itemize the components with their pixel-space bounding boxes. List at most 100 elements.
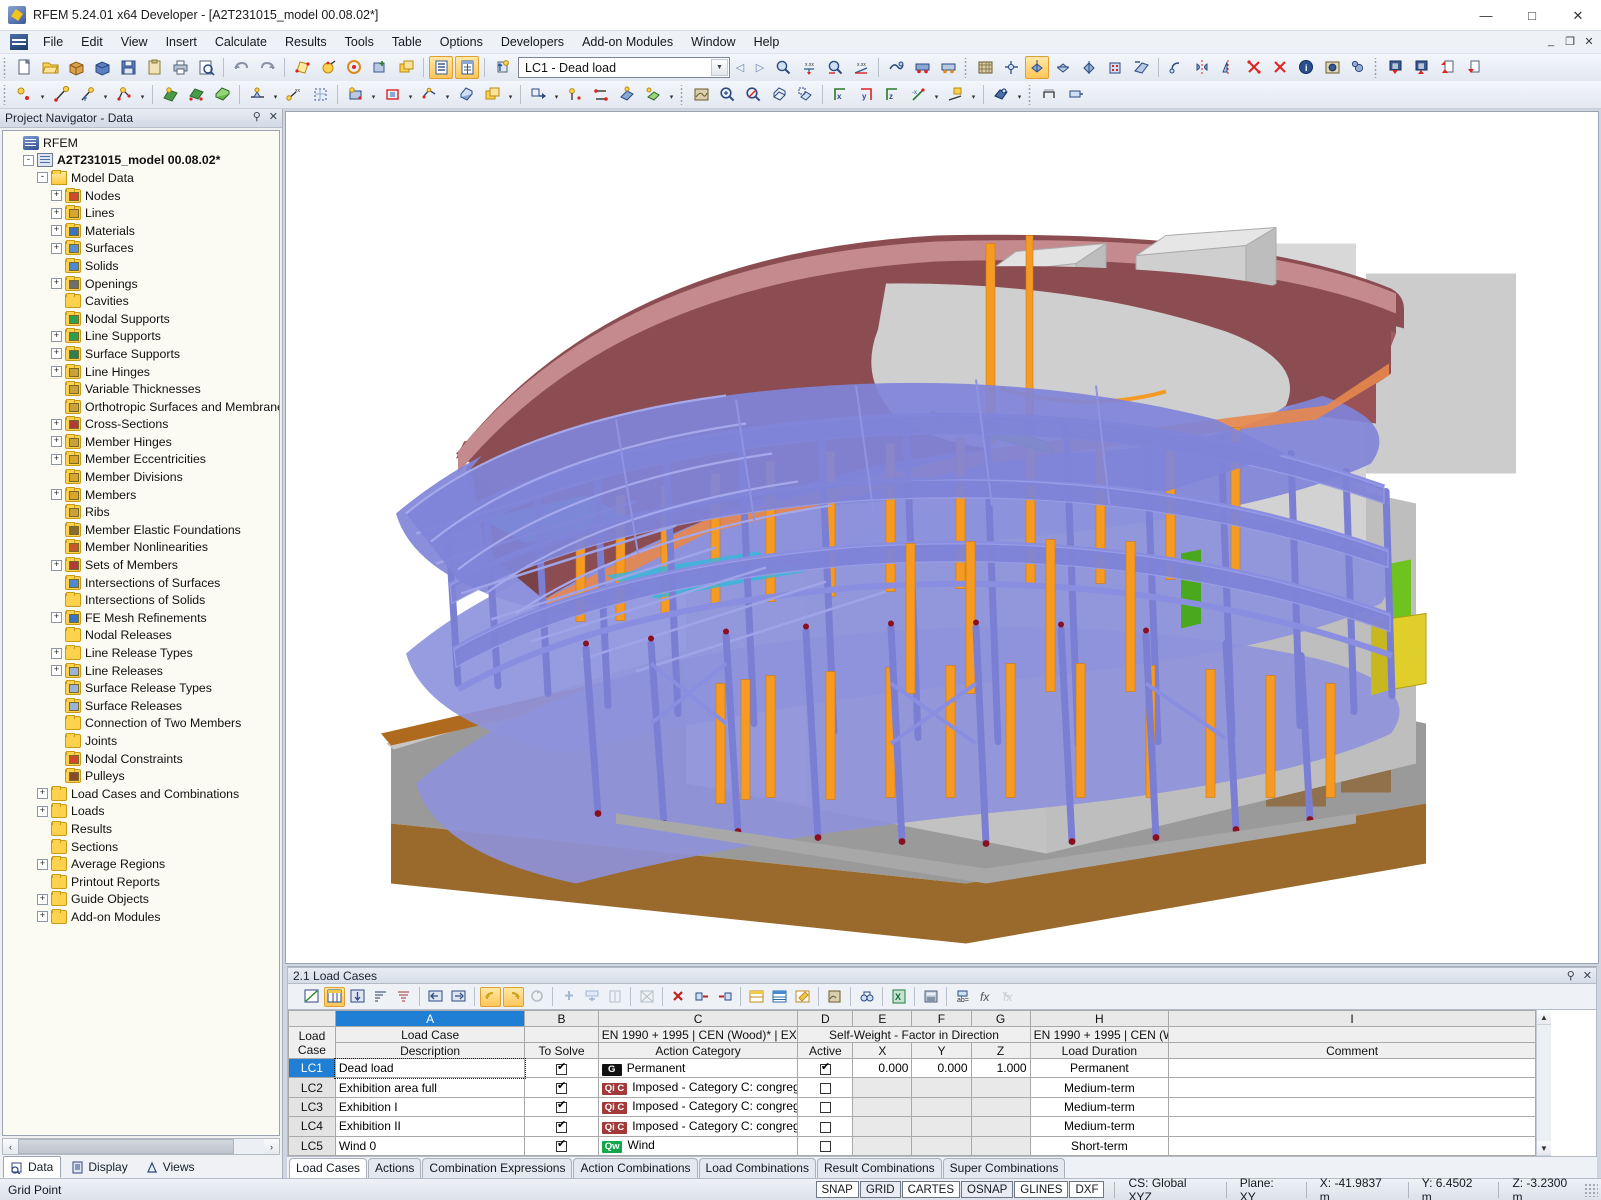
table-view-layout-icon[interactable] bbox=[746, 987, 767, 1007]
toolbar-grip-icon[interactable] bbox=[679, 84, 686, 105]
mdi-minimize-button[interactable]: _ bbox=[1543, 33, 1559, 49]
chevron-down-icon[interactable]: ▾ bbox=[1014, 83, 1025, 106]
table-row[interactable]: LC3Exhibition I Qi C Imposed - Category C:… bbox=[288, 1096, 1536, 1118]
expand-icon[interactable]: + bbox=[37, 858, 48, 870]
dimension-tool-icon[interactable] bbox=[1037, 83, 1061, 106]
grid-col-H[interactable]: H bbox=[1029, 1010, 1170, 1027]
zoom-in-icon[interactable] bbox=[715, 83, 739, 106]
chevron-down-icon[interactable]: ▾ bbox=[931, 83, 942, 106]
load-cases-grid[interactable]: A B C D E F G H I Load Case Load Case EN… bbox=[288, 1010, 1536, 1156]
menu-options[interactable]: Options bbox=[431, 32, 492, 52]
loads-display-alt-icon[interactable] bbox=[936, 56, 960, 79]
toolbar-grip-icon[interactable] bbox=[963, 57, 970, 78]
info-icon[interactable]: i bbox=[1294, 56, 1318, 79]
active-checkbox[interactable] bbox=[819, 1141, 831, 1153]
tree-item-rfem[interactable]: RFEM bbox=[7, 134, 279, 152]
grid-col-B[interactable]: B bbox=[524, 1010, 599, 1027]
menu-table[interactable]: Table bbox=[383, 32, 431, 52]
to-solve-checkbox[interactable] bbox=[556, 1062, 568, 1075]
new-line-load-icon[interactable] bbox=[380, 83, 404, 106]
table-sort-icon[interactable] bbox=[370, 987, 391, 1007]
status-toggle-grid[interactable]: GRID bbox=[859, 1181, 901, 1198]
grid-col-C[interactable]: C bbox=[597, 1010, 799, 1027]
expand-icon[interactable]: + bbox=[51, 665, 62, 677]
menu-insert[interactable]: Insert bbox=[157, 32, 206, 52]
extrude-node-icon[interactable] bbox=[563, 83, 587, 106]
menu-results[interactable]: Results bbox=[276, 32, 336, 52]
table-close-icon[interactable]: ✕ bbox=[1583, 969, 1592, 982]
table-insert-row-icon[interactable] bbox=[558, 987, 579, 1007]
view-in-x-icon[interactable]: x bbox=[828, 83, 852, 106]
table-pin-icon[interactable]: ⚲ bbox=[1567, 969, 1575, 982]
navigator-tab-display[interactable]: Display bbox=[63, 1156, 135, 1178]
zoom-find-icon[interactable] bbox=[771, 56, 795, 79]
cell-load-duration[interactable]: Medium-term bbox=[1029, 1077, 1170, 1098]
expand-icon[interactable]: + bbox=[51, 348, 62, 360]
chevron-down-icon[interactable]: ▼ bbox=[711, 59, 728, 76]
row-header-lc1[interactable]: LC1 bbox=[288, 1057, 336, 1079]
table-redo-icon[interactable] bbox=[503, 986, 524, 1007]
table-clear-icon[interactable] bbox=[636, 987, 657, 1007]
fe-mesh-icon[interactable] bbox=[308, 83, 332, 106]
show-grid-table-icon[interactable] bbox=[455, 56, 479, 79]
tree-item-nodal-constraints[interactable]: Nodal Constraints bbox=[7, 750, 279, 768]
table-next-icon[interactable] bbox=[448, 987, 469, 1007]
tree-item-loads[interactable]: + Loads bbox=[7, 803, 279, 821]
new-member-xx-icon[interactable]: xx bbox=[282, 83, 306, 106]
cell-description[interactable]: Wind 0 bbox=[334, 1135, 526, 1156]
new-line-icon[interactable] bbox=[49, 83, 73, 106]
table-edit-icon[interactable] bbox=[301, 987, 322, 1007]
tree-item-member-elastic-foundations[interactable]: Member Elastic Foundations bbox=[7, 521, 279, 539]
undo-icon[interactable] bbox=[229, 56, 253, 79]
expand-icon[interactable]: + bbox=[51, 366, 62, 378]
scrollbar-track[interactable] bbox=[1537, 1025, 1551, 1141]
tree-item-member-hinges[interactable]: + Member Hinges bbox=[7, 433, 279, 451]
mdi-close-button[interactable]: ✕ bbox=[1581, 33, 1597, 49]
tree-item-line-supports[interactable]: + Line Supports bbox=[7, 328, 279, 346]
cell-active[interactable] bbox=[797, 1135, 854, 1156]
new-polyline-icon[interactable] bbox=[112, 83, 136, 106]
grid-col-F[interactable]: F bbox=[911, 1010, 972, 1027]
cell-description[interactable]: Dead load bbox=[334, 1057, 526, 1079]
rotate-icon[interactable] bbox=[1164, 56, 1188, 79]
table-binoculars-icon[interactable] bbox=[856, 987, 877, 1007]
cell-to-solve[interactable] bbox=[524, 1096, 599, 1118]
new-free-load-icon[interactable] bbox=[480, 83, 504, 106]
cell-comment[interactable] bbox=[1168, 1135, 1536, 1156]
cell-active[interactable] bbox=[797, 1077, 854, 1098]
tree-item-add-on-modules[interactable]: + Add-on Modules bbox=[7, 908, 279, 926]
expand-icon[interactable]: + bbox=[51, 225, 62, 237]
tree-item-members[interactable]: + Members bbox=[7, 486, 279, 504]
toolbar-grip-icon[interactable] bbox=[1373, 57, 1380, 78]
mdi-restore-button[interactable]: ❐ bbox=[1562, 33, 1578, 49]
chevron-down-icon[interactable]: ▾ bbox=[505, 83, 516, 106]
new-node-icon[interactable] bbox=[12, 83, 36, 106]
cell-active[interactable] bbox=[797, 1057, 854, 1079]
resize-grip-icon[interactable] bbox=[1584, 1182, 1599, 1197]
tree-item-line-release-types[interactable]: + Line Release Types bbox=[7, 644, 279, 662]
table-tab-actions[interactable]: Actions bbox=[368, 1158, 422, 1178]
table-refresh-icon[interactable] bbox=[526, 987, 547, 1007]
view-in-z-icon[interactable]: z bbox=[880, 83, 904, 106]
zoom-out-icon[interactable] bbox=[741, 83, 765, 106]
expand-icon[interactable]: + bbox=[37, 911, 48, 923]
chevron-down-icon[interactable]: ▾ bbox=[100, 83, 111, 106]
menu-calculate[interactable]: Calculate bbox=[206, 32, 276, 52]
chevron-down-icon[interactable]: ▾ bbox=[37, 83, 48, 106]
load-case-next-icon[interactable]: ▷ bbox=[750, 56, 770, 79]
tree-item-member-nonlinearities[interactable]: Member Nonlinearities bbox=[7, 539, 279, 557]
tree-item-model-data[interactable]: - Model Data bbox=[7, 169, 279, 187]
navigator-horizontal-scrollbar[interactable]: ‹ › bbox=[2, 1138, 280, 1155]
menu-addon-modules[interactable]: Add-on Modules bbox=[573, 32, 682, 52]
to-solve-checkbox[interactable] bbox=[556, 1120, 568, 1133]
table-units-icon[interactable]: ab= bbox=[952, 987, 973, 1007]
expand-icon[interactable]: + bbox=[37, 893, 48, 905]
tree-item-average-regions[interactable]: + Average Regions bbox=[7, 855, 279, 873]
tree-item-openings[interactable]: + Openings bbox=[7, 275, 279, 293]
menu-file[interactable]: File bbox=[34, 32, 72, 52]
tree-item-joints[interactable]: Joints bbox=[7, 732, 279, 750]
tree-item-lines[interactable]: + Lines bbox=[7, 204, 279, 222]
menu-view[interactable]: View bbox=[112, 32, 157, 52]
new-window-icon[interactable] bbox=[394, 56, 418, 79]
export-table-up-icon[interactable]: ▦ bbox=[1409, 56, 1433, 79]
